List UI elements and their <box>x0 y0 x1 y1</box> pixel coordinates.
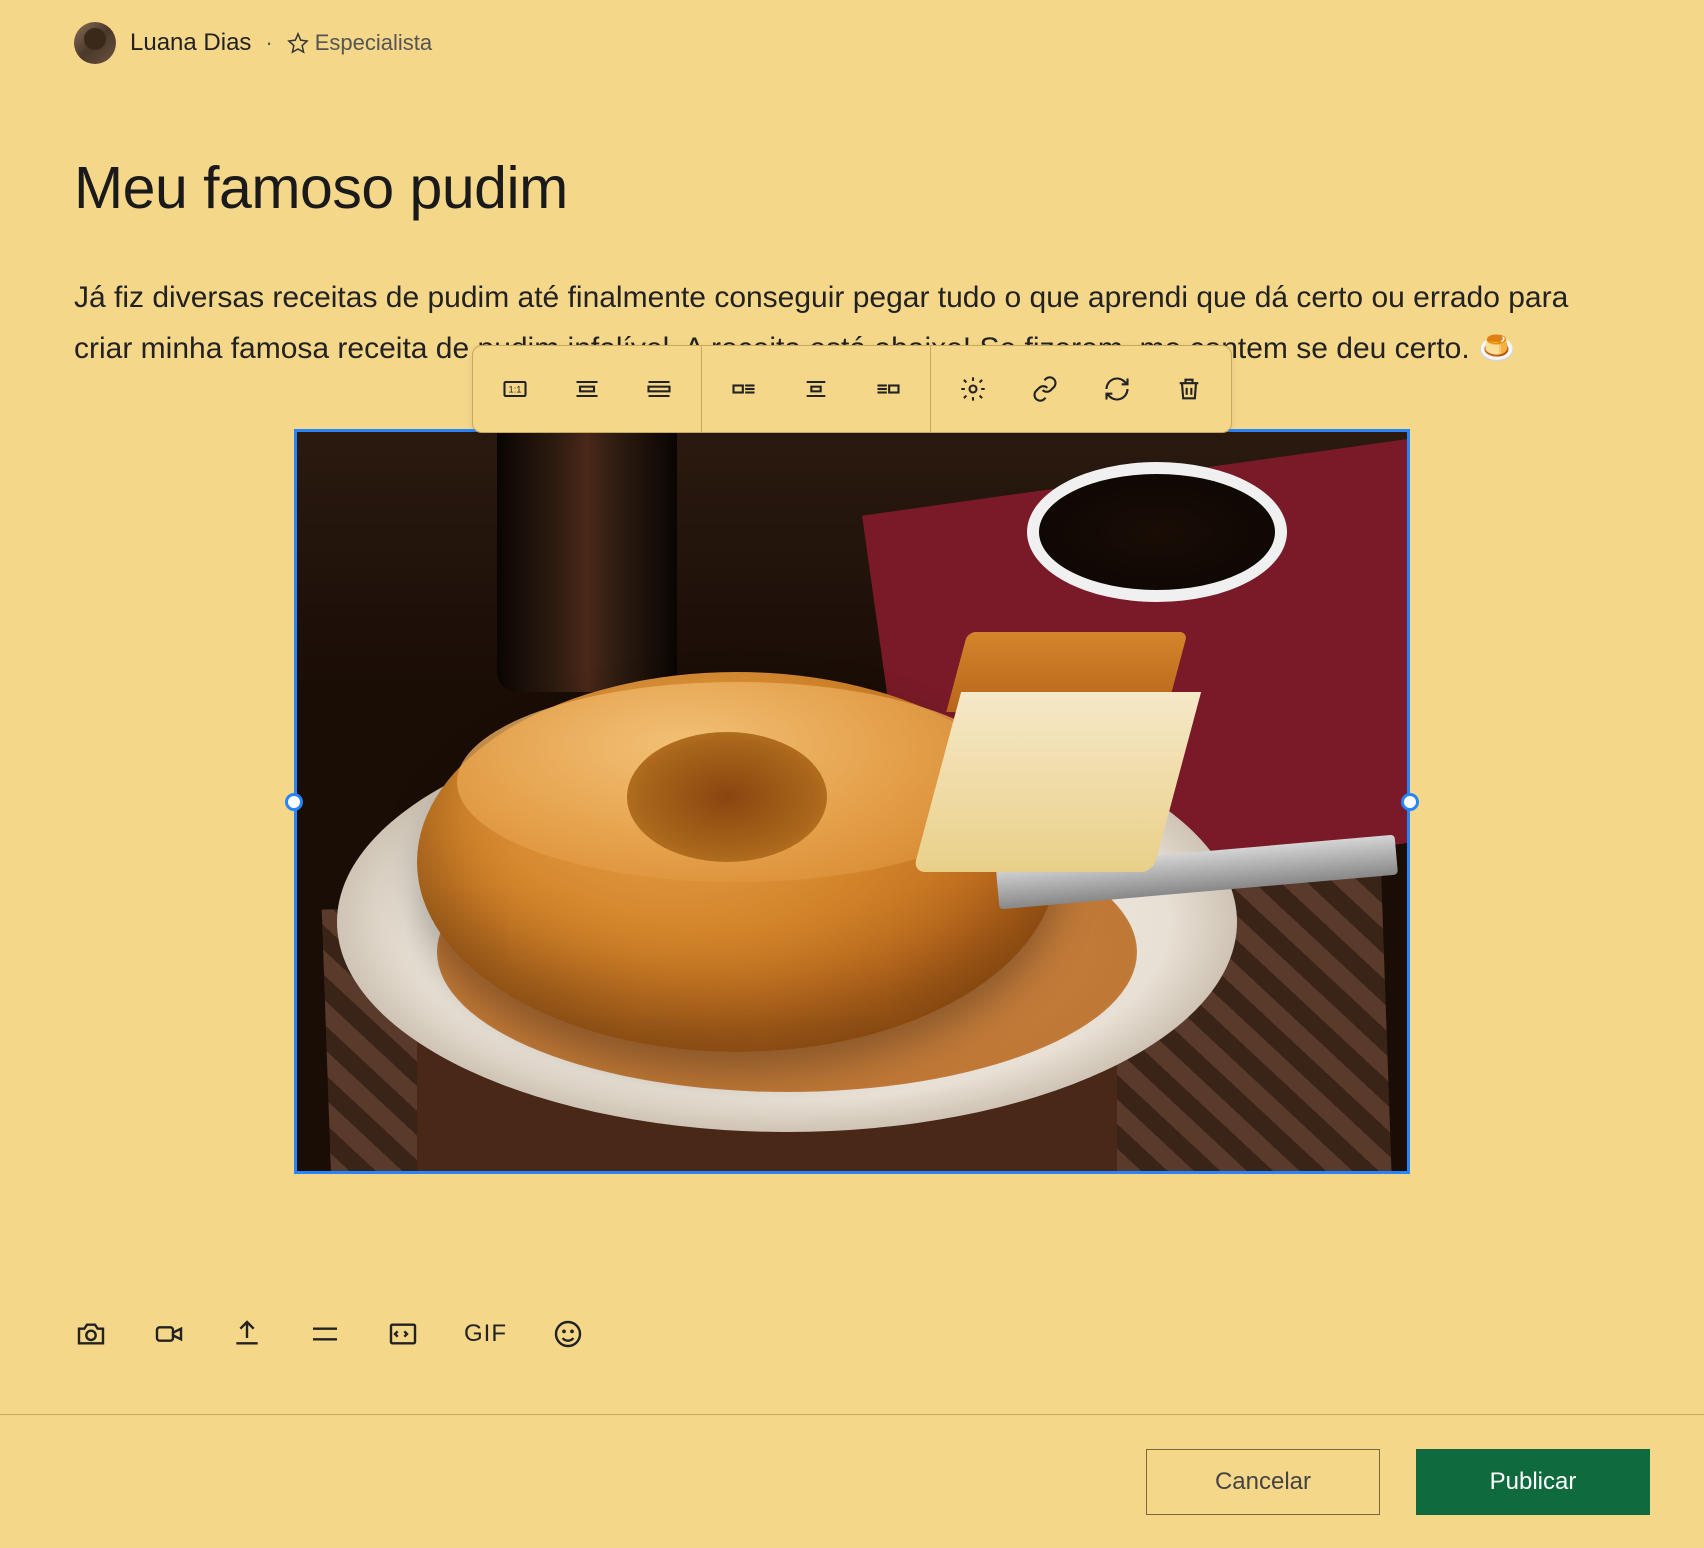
align-right-icon <box>874 375 902 403</box>
emoji-button[interactable] <box>551 1317 585 1351</box>
full-width-icon <box>645 375 673 403</box>
upload-button[interactable] <box>230 1317 264 1351</box>
star-icon <box>287 32 309 54</box>
original-size-icon: 1:1 <box>501 375 529 403</box>
camera-button[interactable] <box>74 1317 108 1351</box>
align-right-button[interactable] <box>872 373 904 405</box>
author-row: Luana Dias · Especialista <box>74 22 1630 64</box>
badge-label: Especialista <box>315 30 432 56</box>
best-fit-button[interactable] <box>571 373 603 405</box>
align-center-button[interactable] <box>800 373 832 405</box>
gif-button[interactable]: GIF <box>464 1320 507 1348</box>
settings-button[interactable] <box>957 373 989 405</box>
best-fit-icon <box>573 375 601 403</box>
footer: Cancelar Publicar <box>0 1414 1704 1548</box>
gear-icon <box>959 375 987 403</box>
avatar[interactable] <box>74 22 116 64</box>
align-left-button[interactable] <box>728 373 760 405</box>
video-button[interactable] <box>152 1317 186 1351</box>
cancel-button[interactable]: Cancelar <box>1146 1449 1380 1515</box>
attachment-bar: GIF <box>74 1317 585 1351</box>
original-size-button[interactable]: 1:1 <box>499 373 531 405</box>
post-title[interactable]: Meu famoso pudim <box>74 154 1630 222</box>
link-icon <box>1031 375 1059 403</box>
align-left-icon <box>730 375 758 403</box>
camera-icon <box>75 1318 107 1350</box>
upload-icon <box>231 1318 263 1350</box>
image-frame[interactable] <box>294 429 1410 1174</box>
publish-button[interactable]: Publicar <box>1416 1449 1650 1515</box>
post-image[interactable] <box>294 429 1410 1174</box>
video-icon <box>153 1318 185 1350</box>
resize-handle-right[interactable] <box>1401 793 1419 811</box>
toolbar-group-size: 1:1 <box>473 346 701 432</box>
toolbar-group-align <box>701 346 930 432</box>
link-button[interactable] <box>1029 373 1061 405</box>
trash-icon <box>1175 375 1203 403</box>
emoji-icon <box>552 1318 584 1350</box>
image-content <box>297 432 1407 1171</box>
divider-button[interactable] <box>308 1317 342 1351</box>
toolbar-group-actions <box>930 346 1231 432</box>
author-badge: Especialista <box>287 30 432 56</box>
divider-icon <box>309 1318 341 1350</box>
refresh-icon <box>1103 375 1131 403</box>
code-icon <box>387 1318 419 1350</box>
replace-button[interactable] <box>1101 373 1133 405</box>
full-width-button[interactable] <box>643 373 675 405</box>
separator-dot: · <box>265 30 272 56</box>
code-button[interactable] <box>386 1317 420 1351</box>
image-toolbar: 1:1 <box>472 345 1232 433</box>
resize-handle-left[interactable] <box>285 793 303 811</box>
align-center-icon <box>802 375 830 403</box>
svg-text:1:1: 1:1 <box>509 385 522 395</box>
author-name[interactable]: Luana Dias <box>130 29 251 57</box>
delete-button[interactable] <box>1173 373 1205 405</box>
